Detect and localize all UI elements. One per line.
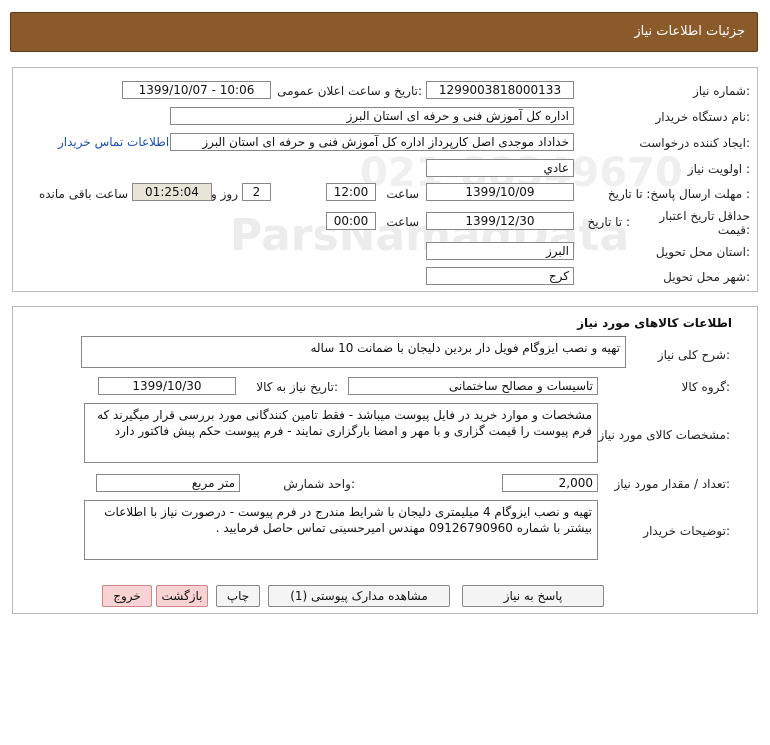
announce-label: تاریخ و ساعت اعلان عمومی: [277,84,422,98]
buyer-org-field: اداره کل آموزش فنی و حرفه ای استان البرز [170,107,574,125]
quantity-field: 2,000 [502,474,598,492]
time-remaining-field: 01:25:04 [132,183,212,201]
priority-field: عادي [426,159,574,177]
buyer-notes-label: توضیحات خریدار: [643,524,730,538]
need-info-panel [12,67,758,292]
city-label: شهر محل تحویل: [663,270,750,284]
goods-group-field: تاسیسات و مصالح ساختمانی [348,377,598,395]
specs-label: مشخصات کالای مورد نیاز: [598,428,730,442]
view-attachments-button[interactable]: مشاهده مدارک پیوستی (1) [268,585,450,607]
need-date-label: تاریخ نیاز به کالا: [256,380,338,394]
unit-label: واحد شمارش: [283,477,355,491]
goods-group-label: گروه کالا: [681,380,731,394]
deadline-time-label: ساعت [386,187,419,201]
specs-field: مشخصات و موارد خرید در فایل پیوست میباشد… [84,403,598,463]
print-button[interactable]: چاپ [216,585,260,607]
need-number-field: 1299003818000133 [426,81,574,99]
unit-field: متر مربع [96,474,240,492]
announce-field: 1399/10/07 - 10:06 [122,81,271,99]
need-number-label: شماره نیاز: [692,84,750,98]
summary-label: شرح کلی نیاز: [657,348,730,362]
time-remaining-label: ساعت باقی مانده [38,187,128,201]
summary-field: تهیه و نصب ایزوگام فویل دار بردین دلیجان… [81,336,626,368]
reply-button[interactable]: پاسخ به نیاز [462,585,604,607]
buyer-contact-link[interactable]: اطلاعات تماس خریدار [58,135,169,149]
validity-time-label: ساعت [386,215,419,229]
exit-button[interactable]: خروج [102,585,152,607]
province-field: البرز [426,242,574,260]
province-label: استان محل تحویل: [655,245,750,259]
validity-date-field: 1399/12/30 [426,212,574,230]
creator-field: خداداد موجدی اصل کارپرداز اداره کل آموزش… [170,133,574,151]
creator-label: ایجاد کننده درخواست: [639,136,750,150]
need-date-field: 1399/10/30 [98,377,236,395]
city-field: کرج [426,267,574,285]
validity-to-label: تا تاریخ : [587,215,630,229]
goods-section-title: اطلاعات کالاهای مورد نیاز [577,316,732,330]
days-remaining-field: 2 [242,183,271,201]
deadline-date-field: 1399/10/09 [426,183,574,201]
page-title: جزئیات اطلاعات نیاز [634,24,745,39]
deadline-time-field: 12:00 [326,183,376,201]
validity-label: حداقل تاریخ اعتبار قیمت: [659,209,750,237]
priority-label: اولویت نیاز : [687,162,750,176]
deadline-label: مهلت ارسال پاسخ: تا تاریخ : [607,187,750,201]
back-button[interactable]: بازگشت [156,585,208,607]
buyer-notes-field: تهیه و نصب ایزوگام 4 میلیمتری دلیجان با … [84,500,598,560]
validity-time-field: 00:00 [326,212,376,230]
buyer-org-label: نام دستگاه خریدار: [655,110,751,124]
days-label: روز و [211,187,238,201]
page-header: جزئیات اطلاعات نیاز [10,12,758,52]
quantity-label: تعداد / مقدار مورد نیاز: [614,477,730,491]
